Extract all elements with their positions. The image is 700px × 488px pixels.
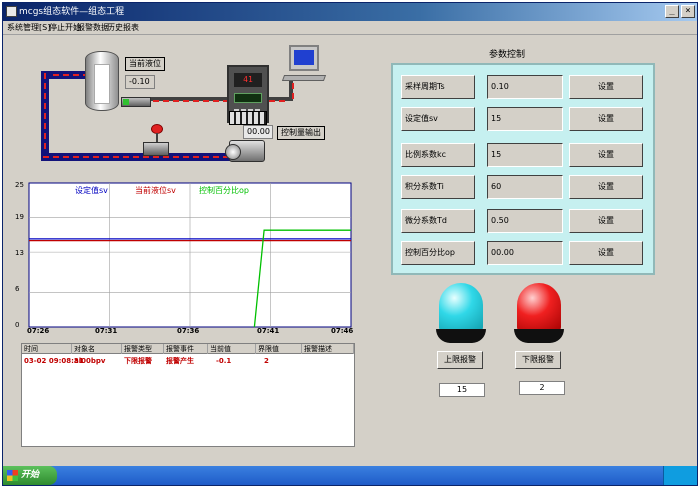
cell-limit: 2	[264, 357, 269, 365]
pid-input-td[interactable]: 0.50	[487, 209, 563, 233]
lamp-base	[514, 329, 564, 343]
y-tick-label: 6	[15, 285, 20, 293]
process-diagram: 当前液位 -0.10 41 00.00 控制量输出	[3, 35, 383, 175]
pid-input-sv[interactable]: 15	[487, 107, 563, 131]
level-value: -0.10	[125, 75, 155, 89]
set-td-button[interactable]: 设置	[569, 209, 643, 233]
pid-input-ts[interactable]: 0.10	[487, 75, 563, 99]
terminal-block	[229, 111, 267, 125]
alarm-table[interactable]: 时间 对象名 报警类型 报警事件 当前值 界限值 报警描述 03-02 09:0…	[21, 343, 355, 447]
pump-wheel	[225, 144, 241, 160]
lamp-base	[436, 329, 486, 343]
pid-label-ti: 积分系数Ti	[401, 175, 475, 199]
pid-input-op[interactable]: 00.00	[487, 241, 563, 265]
signal-wire	[267, 97, 291, 102]
y-tick-label: 13	[15, 249, 24, 257]
trend-chart: 25 19 13 6 0 07:26 07:31 07:36 07:41 07:…	[3, 177, 357, 337]
pid-parameter-panel: 采样周期Ts 0.10 设置 设定值sv 15 设置 比例系数kc 15 设置 …	[391, 63, 655, 275]
column-header[interactable]: 时间	[22, 344, 72, 354]
cell-object: ai00bpv	[74, 357, 106, 365]
pid-input-ti[interactable]: 60	[487, 175, 563, 199]
column-header[interactable]: 界限值	[256, 344, 302, 354]
sensor-indicator	[123, 99, 129, 105]
application-window: mcgs组态软件—组态工程 _ × 系统管理[S] 停止开始 报警数据 历史报表…	[2, 2, 698, 486]
x-tick-label: 07:26	[27, 327, 50, 335]
y-tick-label: 0	[15, 321, 20, 329]
pipe	[41, 71, 49, 161]
column-header[interactable]: 当前值	[208, 344, 256, 354]
app-icon	[6, 6, 17, 17]
x-tick-label: 07:36	[177, 327, 200, 335]
cell-current: -0.1	[216, 357, 232, 365]
start-button[interactable]: 开始	[3, 466, 57, 485]
pid-label-kc: 比例系数kc	[401, 143, 475, 167]
title-bar[interactable]: mcgs组态软件—组态工程 _ ×	[3, 3, 697, 21]
column-header[interactable]: 报警事件	[164, 344, 208, 354]
y-tick-label: 19	[15, 213, 24, 221]
y-tick-label: 25	[15, 181, 24, 189]
taskbar: 开始	[3, 466, 697, 485]
column-header[interactable]: 报警描述	[302, 344, 354, 354]
lower-alarm-button[interactable]: 下限报警	[515, 351, 561, 369]
keyboard-icon	[281, 75, 327, 81]
upper-alarm-value[interactable]: 15	[439, 383, 485, 397]
upper-alarm-button[interactable]: 上限报警	[437, 351, 483, 369]
window-title: mcgs组态软件—组态工程	[19, 7, 125, 17]
windows-flag-icon	[7, 470, 18, 481]
alarm-table-header: 时间 对象名 报警类型 报警事件 当前值 界限值 报警描述	[22, 344, 354, 354]
pid-label-td: 微分系数Td	[401, 209, 475, 233]
column-header[interactable]: 对象名	[72, 344, 122, 354]
lower-alarm-value[interactable]: 2	[519, 381, 565, 395]
menu-bar: 系统管理[S] 停止开始 报警数据 历史报表	[3, 21, 697, 35]
water-tank	[85, 51, 119, 111]
minimize-button[interactable]: _	[665, 5, 679, 18]
pid-label-op: 控制百分比op	[401, 241, 475, 265]
signal-wire	[151, 97, 229, 102]
computer-icon	[289, 45, 319, 71]
set-ts-button[interactable]: 设置	[569, 75, 643, 99]
lower-alarm-lamp-icon	[517, 283, 561, 333]
cell-type: 下限报警	[124, 357, 152, 365]
controller-display: 41	[234, 73, 262, 87]
signal-wire	[289, 81, 294, 101]
start-label: 开始	[21, 470, 40, 480]
set-kc-button[interactable]: 设置	[569, 143, 643, 167]
x-tick-label: 07:41	[257, 327, 280, 335]
x-tick-label: 07:31	[95, 327, 118, 335]
pipe	[41, 153, 231, 161]
system-tray[interactable]	[663, 466, 697, 485]
trend-chart-svg	[28, 182, 352, 328]
level-label: 当前液位	[125, 57, 165, 71]
pid-label-sv: 设定值sv	[401, 107, 475, 131]
column-header[interactable]: 报警类型	[122, 344, 164, 354]
x-tick-label: 07:46	[331, 327, 354, 335]
legend-output: 控制百分比op	[199, 186, 249, 195]
output-label: 控制量输出	[277, 126, 325, 140]
menu-history-report[interactable]: 历史报表	[107, 21, 139, 35]
set-sv-button[interactable]: 设置	[569, 107, 643, 131]
pid-input-kc[interactable]: 15	[487, 143, 563, 167]
pid-label-ts: 采样周期Ts	[401, 75, 475, 99]
set-ti-button[interactable]: 设置	[569, 175, 643, 199]
cell-event: 报警产生	[166, 357, 194, 365]
close-button[interactable]: ×	[681, 5, 695, 18]
menu-alarm-data[interactable]: 报警数据	[77, 21, 109, 35]
legend-setpoint: 设定值sv	[75, 186, 108, 195]
controller-secondary-display	[234, 93, 262, 103]
control-valve	[143, 142, 169, 156]
set-op-button[interactable]: 设置	[569, 241, 643, 265]
output-value: 00.00	[243, 125, 273, 139]
upper-alarm-lamp-icon	[439, 283, 483, 333]
menu-system[interactable]: 系统管理[S]	[7, 21, 50, 35]
pid-panel-title: 参数控制	[489, 50, 526, 60]
legend-level: 当前液位sv	[135, 186, 176, 195]
